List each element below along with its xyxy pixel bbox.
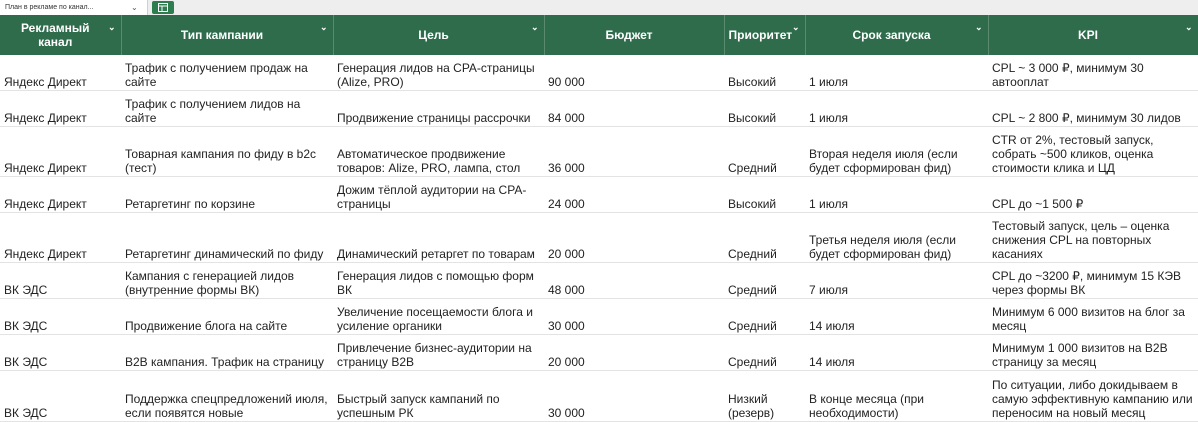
cell-budget[interactable]: 20 000 — [544, 212, 724, 263]
cell-budget[interactable]: 30 000 — [544, 298, 724, 335]
table-row: ВК ЭДС Кампания с генерацией лидов (внут… — [0, 262, 1198, 299]
cell-kpi[interactable]: CPL ~ 3 000 ₽, минимум 30 автооплат — [988, 55, 1198, 91]
cell-goal[interactable]: Генерация лидов на CPA-страницы (Alize, … — [333, 55, 544, 91]
cell-channel[interactable]: Яндекс Директ — [0, 90, 121, 127]
cell-priority[interactable]: Средний — [724, 262, 805, 299]
table-row: Яндекс Директ Товарная кампания по фиду … — [0, 126, 1198, 177]
header-row: Рекламный канал ⌄ Тип кампании ⌄ Цель ⌄ Бюд… — [0, 15, 1198, 55]
cell-priority[interactable]: Высокий — [724, 90, 805, 127]
cell-goal[interactable]: Генерация лидов с помощью форм ВК — [333, 262, 544, 299]
cell-channel[interactable]: ВК ЭДС — [0, 262, 121, 299]
cell-budget[interactable]: 36 000 — [544, 126, 724, 177]
cell-goal[interactable]: Увеличение посещаемости блога и усиление… — [333, 298, 544, 335]
cell-priority[interactable]: Средний — [724, 126, 805, 177]
cell-goal[interactable]: Привлечение бизнес-аудитории на страницу… — [333, 334, 544, 371]
column-header-budget[interactable]: Бюджет — [544, 15, 725, 55]
cell-budget[interactable]: 48 000 — [544, 262, 724, 299]
cell-campaign-type[interactable]: Товарная кампания по фиду в b2c (тест) — [121, 126, 333, 177]
filter-chevron-icon[interactable]: ⌄ — [108, 20, 116, 34]
cell-launch[interactable]: В конце месяца (при необходимости) — [805, 370, 988, 422]
chevron-down-icon[interactable]: ⌄ — [131, 0, 138, 15]
cell-goal[interactable]: Быстрый запуск кампаний по успешным РК — [333, 370, 544, 422]
column-header-priority[interactable]: Приоритет ⌄ — [724, 15, 806, 55]
filter-chevron-icon[interactable]: ⌄ — [975, 20, 983, 34]
cell-channel[interactable]: Яндекс Директ — [0, 126, 121, 177]
table-row: Яндекс Директ Трафик с получением лидов … — [0, 90, 1198, 127]
cell-goal[interactable]: Автоматическое продвижение товаров: Aliz… — [333, 126, 544, 177]
sheet-tab[interactable]: План в рекламе по канал... ⌄ — [0, 0, 148, 15]
cell-budget[interactable]: 24 000 — [544, 176, 724, 213]
cell-kpi[interactable]: Тестовый запуск, цель – оценка снижения … — [988, 212, 1198, 263]
table-row: ВК ЭДС B2B кампания. Трафик на страницу … — [0, 334, 1198, 371]
cell-kpi[interactable]: CPL ~ 2 800 ₽, минимум 30 лидов — [988, 90, 1198, 127]
cell-campaign-type[interactable]: Ретаргетинг по корзине — [121, 176, 333, 213]
cell-channel[interactable]: ВК ЭДС — [0, 370, 121, 422]
cell-channel[interactable]: ВК ЭДС — [0, 334, 121, 371]
cell-channel[interactable]: ВК ЭДС — [0, 298, 121, 335]
cell-priority[interactable]: Высокий — [724, 176, 805, 213]
table-row: ВК ЭДС Поддержка спецпредложений июля, е… — [0, 370, 1198, 422]
cell-priority[interactable]: Средний — [724, 334, 805, 371]
cell-kpi[interactable]: Минимум 6 000 визитов на блог за месяц — [988, 298, 1198, 335]
filter-chevron-icon[interactable]: ⌄ — [1185, 20, 1193, 34]
cell-campaign-type[interactable]: B2B кампания. Трафик на страницу — [121, 334, 333, 371]
cell-launch[interactable]: 1 июля — [805, 176, 988, 213]
sheet-tab-bar: План в рекламе по канал... ⌄ — [0, 0, 1198, 16]
view-switch-icon[interactable] — [152, 1, 174, 14]
cell-campaign-type[interactable]: Трафик с получением продаж на сайте — [121, 55, 333, 91]
filter-chevron-icon[interactable]: ⌄ — [792, 20, 800, 34]
cell-priority[interactable]: Высокий — [724, 55, 805, 91]
cell-launch[interactable]: 1 июля — [805, 90, 988, 127]
column-header-kpi[interactable]: KPI ⌄ — [988, 15, 1198, 55]
sheet-tab-label: План в рекламе по канал... — [5, 4, 94, 11]
cell-kpi[interactable]: CPL до ~1 500 ₽ — [988, 176, 1198, 213]
table-row: Яндекс Директ Ретаргетинг по корзине Дож… — [0, 176, 1198, 213]
cell-launch[interactable]: Вторая неделя июля (если будет сформиров… — [805, 126, 988, 177]
cell-launch[interactable]: 14 июля — [805, 298, 988, 335]
column-header-channel[interactable]: Рекламный канал ⌄ — [0, 15, 122, 55]
cell-priority[interactable]: Средний — [724, 212, 805, 263]
cell-budget[interactable]: 30 000 — [544, 370, 724, 422]
campaign-plan-table: Рекламный канал ⌄ Тип кампании ⌄ Цель ⌄ Бюд… — [0, 15, 1198, 422]
cell-launch[interactable]: 14 июля — [805, 334, 988, 371]
cell-budget[interactable]: 90 000 — [544, 55, 724, 91]
table-row: ВК ЭДС Продвижение блога на сайте Увелич… — [0, 298, 1198, 335]
cell-channel[interactable]: Яндекс Директ — [0, 176, 121, 213]
cell-kpi[interactable]: CTR от 2%, тестовый запуск, собрать ~500… — [988, 126, 1198, 177]
cell-goal[interactable]: Динамический ретаргет по товарам — [333, 212, 544, 263]
filter-chevron-icon[interactable]: ⌄ — [320, 20, 328, 34]
cell-launch[interactable]: 1 июля — [805, 55, 988, 91]
cell-launch[interactable]: 7 июля — [805, 262, 988, 299]
cell-channel[interactable]: Яндекс Директ — [0, 55, 121, 91]
cell-kpi[interactable]: Минимум 1 000 визитов на B2B страницу за… — [988, 334, 1198, 371]
table-row: Яндекс Директ Ретаргетинг динамический п… — [0, 212, 1198, 263]
cell-kpi[interactable]: CPL до ~3200 ₽, минимум 15 КЭВ через фор… — [988, 262, 1198, 299]
cell-campaign-type[interactable]: Поддержка спецпредложений июля, если поя… — [121, 370, 333, 422]
column-header-launch[interactable]: Срок запуска ⌄ — [805, 15, 989, 55]
filter-chevron-icon[interactable]: ⌄ — [531, 20, 539, 34]
cell-budget[interactable]: 20 000 — [544, 334, 724, 371]
cell-campaign-type[interactable]: Трафик с получением лидов на сайте — [121, 90, 333, 127]
cell-campaign-type[interactable]: Продвижение блога на сайте — [121, 298, 333, 335]
cell-launch[interactable]: Третья неделя июля (если будет сформиров… — [805, 212, 988, 263]
cell-campaign-type[interactable]: Ретаргетинг динамический по фиду — [121, 212, 333, 263]
cell-priority[interactable]: Средний — [724, 298, 805, 335]
cell-goal[interactable]: Продвижение страницы рассрочки — [333, 90, 544, 127]
cell-kpi[interactable]: По ситуации, либо докидываем в самую эфф… — [988, 370, 1198, 422]
cell-priority[interactable]: Низкий (резерв) — [724, 370, 805, 422]
cell-goal[interactable]: Дожим тёплой аудитории на CPA-страницы — [333, 176, 544, 213]
column-header-goal[interactable]: Цель ⌄ — [333, 15, 545, 55]
column-header-campaign-type[interactable]: Тип кампании ⌄ — [121, 15, 334, 55]
cell-channel[interactable]: Яндекс Директ — [0, 212, 121, 263]
cell-budget[interactable]: 84 000 — [544, 90, 724, 127]
cell-campaign-type[interactable]: Кампания с генерацией лидов (внутренние … — [121, 262, 333, 299]
table-row: Яндекс Директ Трафик с получением продаж… — [0, 55, 1198, 91]
